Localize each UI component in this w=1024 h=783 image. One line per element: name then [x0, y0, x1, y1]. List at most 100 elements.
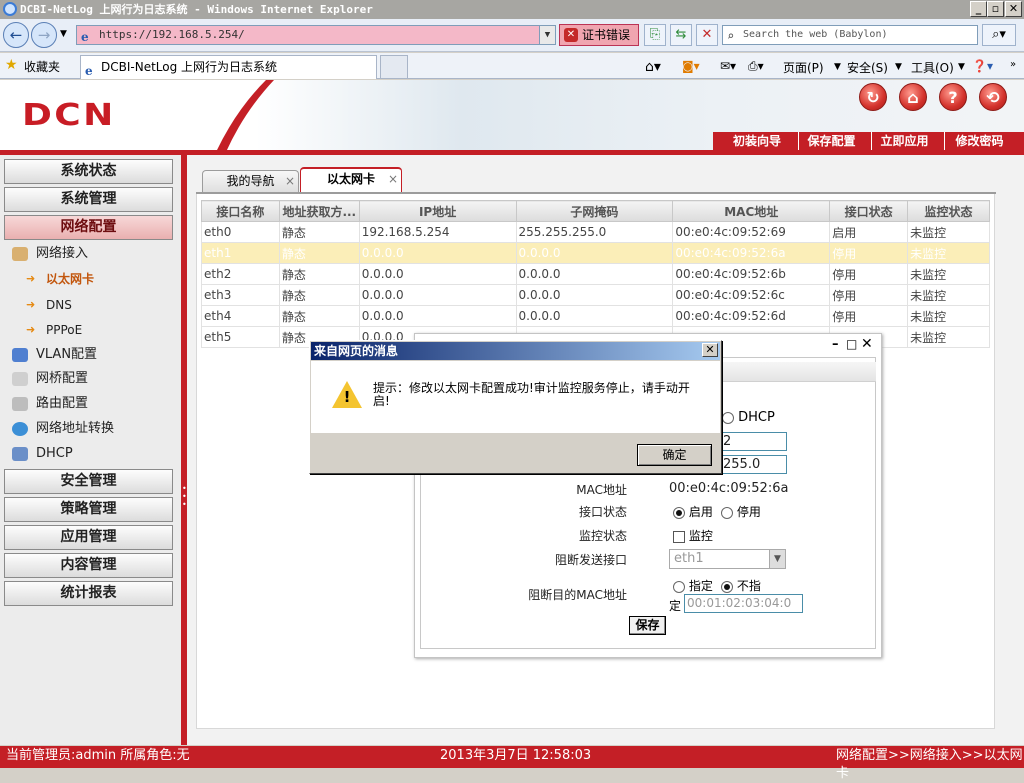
specify-radio[interactable] — [673, 580, 685, 593]
certificate-error-button[interactable]: ✕ 证书错误 — [559, 24, 639, 46]
col-monitor-status[interactable]: 监控状态 — [907, 200, 990, 222]
page-menu[interactable]: 页面(P) — [783, 59, 824, 76]
not-specify-option[interactable]: 不指 — [721, 577, 761, 594]
chevron-down-icon[interactable]: ▼ — [769, 550, 785, 568]
search-input[interactable]: ⌕ Search the web (Babylon) — [722, 25, 978, 45]
tab-ethernet[interactable]: 以太网卡 × — [300, 167, 402, 193]
ok-button[interactable]: 确定 — [637, 444, 712, 466]
sidebar-network-config[interactable]: 网络配置 — [4, 215, 173, 240]
maximize-button[interactable]: ▫ — [987, 1, 1004, 17]
save-button[interactable]: 保存 — [629, 616, 666, 635]
dhcp-radio[interactable] — [722, 411, 734, 424]
browser-tab[interactable]: e DCBI-NetLog 上网行为日志系统 — [80, 55, 377, 79]
alert-close-icon[interactable]: ✕ — [702, 343, 718, 357]
search-icon[interactable]: ⌕▾ — [982, 24, 1016, 46]
block-mac-input[interactable]: 00:01:02:03:04:0 — [684, 594, 803, 613]
sidebar-system-management[interactable]: 系统管理 — [4, 187, 173, 212]
col-netmask[interactable]: 子网掩码 — [515, 200, 674, 222]
tab-close-icon[interactable]: × — [285, 171, 295, 192]
table-row[interactable]: eth3 静态 0.0.0.0 0.0.0.0 00:e0:4c:09:52:6… — [201, 284, 990, 306]
safety-menu[interactable]: 安全(S) — [847, 59, 888, 76]
setup-wizard-link[interactable]: 初装向导 — [722, 132, 792, 151]
datetime: 2013年3月7日 12:58:03 — [440, 748, 592, 763]
monitor-checkbox[interactable] — [673, 530, 685, 543]
save-config-link[interactable]: 保存配置 — [798, 132, 864, 151]
address-bar[interactable]: e https://192.168.5.254/ ▼ — [76, 25, 556, 45]
change-password-link[interactable]: 修改密码 — [944, 132, 1014, 151]
tab-my-navigation[interactable]: 我的导航 × — [202, 170, 299, 193]
vlan-icon — [12, 348, 28, 362]
page-menu-arrow-icon[interactable]: ▼ — [834, 62, 841, 72]
col-interface-name[interactable]: 接口名称 — [201, 200, 280, 222]
tools-menu[interactable]: 工具(O) — [911, 59, 954, 76]
col-address-mode[interactable]: 地址获取方... — [278, 200, 360, 222]
col-if-status[interactable]: 接口状态 — [829, 200, 909, 222]
forward-icon[interactable]: → — [31, 22, 57, 48]
dhcp-option[interactable]: DHCP — [722, 410, 775, 425]
back-icon[interactable]: ← — [3, 22, 29, 48]
col-ip[interactable]: IP地址 — [358, 200, 517, 222]
dialog-minimize-icon[interactable]: – — [832, 337, 839, 352]
sidebar-content[interactable]: 内容管理 — [4, 553, 173, 578]
minimize-button[interactable]: _ — [970, 1, 987, 17]
table-row-selected[interactable]: eth1 静态 0.0.0.0 0.0.0.0 00:e0:4c:09:52:6… — [201, 242, 990, 264]
refresh-round-icon[interactable]: ↻ — [859, 83, 887, 111]
table-row[interactable]: eth2 静态 0.0.0.0 0.0.0.0 00:e0:4c:09:52:6… — [201, 263, 990, 285]
table-row[interactable]: eth4 静态 0.0.0.0 0.0.0.0 00:e0:4c:09:52:6… — [201, 305, 990, 327]
tab-close-icon[interactable]: × — [388, 169, 398, 190]
logout-round-icon[interactable]: ⟲ — [979, 83, 1007, 111]
sidebar-item-label: DHCP — [36, 446, 73, 461]
sidebar-policy[interactable]: 策略管理 — [4, 497, 173, 522]
apply-now-link[interactable]: 立即应用 — [871, 132, 937, 151]
sidebar-item-vlan[interactable]: VLAN配置 — [10, 344, 97, 366]
sidebar-item-bridge[interactable]: 网桥配置 — [10, 368, 88, 390]
help-round-icon[interactable]: ? — [939, 83, 967, 111]
netmask-input[interactable]: 255.0 — [718, 455, 787, 474]
close-window-button[interactable]: ✕ — [1005, 1, 1022, 17]
safety-menu-arrow-icon[interactable]: ▼ — [895, 62, 902, 72]
not-specify-radio[interactable] — [721, 580, 733, 593]
block-interface-select[interactable]: eth1 ▼ — [669, 549, 786, 569]
dialog-close-icon[interactable]: ✕ — [861, 336, 873, 352]
specify-option[interactable]: 指定 — [673, 577, 713, 594]
tools-menu-arrow-icon[interactable]: ▼ — [958, 62, 965, 72]
sidebar-reports[interactable]: 统计报表 — [4, 581, 173, 606]
disable-option[interactable]: 停用 — [721, 503, 761, 520]
stop-icon[interactable]: ✕ — [696, 24, 718, 46]
sidebar-item-dhcp[interactable]: DHCP — [10, 443, 73, 465]
table-row[interactable]: eth0 静态 192.168.5.254 255.255.255.0 00:e… — [201, 221, 990, 243]
feeds-icon[interactable]: ◙▾ — [682, 59, 700, 73]
sidebar-application[interactable]: 应用管理 — [4, 525, 173, 550]
mail-icon[interactable]: ✉▾ — [720, 59, 736, 73]
sidebar-system-status[interactable]: 系统状态 — [4, 159, 173, 184]
sidebar-subitem-pppoe[interactable]: ➜ PPPoE — [26, 319, 82, 341]
print-icon[interactable]: ⎙▾ — [748, 59, 764, 74]
splitter-grip-icon[interactable]: • • • — [182, 485, 187, 509]
help-icon[interactable]: ❓▾ — [972, 59, 993, 73]
sidebar-subitem-dns[interactable]: ➜ DNS — [26, 294, 72, 316]
sidebar-item-network-access[interactable]: 网络接入 — [10, 243, 88, 265]
favorites-star-icon[interactable]: ★ — [5, 57, 18, 73]
history-dropdown-icon[interactable]: ▼ — [60, 29, 67, 39]
sidebar-subitem-ethernet[interactable]: ➜ 以太网卡 — [26, 268, 94, 290]
compatibility-icon[interactable]: ⎘ — [644, 24, 666, 46]
sidebar-item-routing[interactable]: 路由配置 — [10, 393, 88, 415]
sidebar-security[interactable]: 安全管理 — [4, 469, 173, 494]
col-mac[interactable]: MAC地址 — [672, 200, 831, 222]
monitor-option[interactable]: 监控 — [673, 527, 713, 544]
enable-radio[interactable] — [673, 506, 685, 519]
ip-input[interactable]: 2 — [718, 432, 787, 451]
home-icon[interactable]: ⌂▾ — [645, 59, 661, 75]
home-round-icon[interactable]: ⌂ — [899, 83, 927, 111]
sidebar-item-nat[interactable]: 网络地址转换 — [10, 418, 114, 440]
disable-label: 停用 — [736, 505, 761, 519]
cell: 0.0.0.0 — [358, 284, 517, 306]
disable-radio[interactable] — [721, 506, 733, 519]
chevron-more-icon[interactable]: » — [1010, 59, 1016, 70]
address-dropdown-icon[interactable]: ▼ — [539, 26, 555, 44]
refresh-icon[interactable]: ⇆ — [670, 24, 692, 46]
favorites-label[interactable]: 收藏夹 — [24, 58, 60, 75]
dialog-maximize-icon[interactable]: □ — [846, 337, 857, 351]
new-tab-button[interactable] — [380, 55, 408, 79]
enable-option[interactable]: 启用 — [673, 503, 713, 520]
